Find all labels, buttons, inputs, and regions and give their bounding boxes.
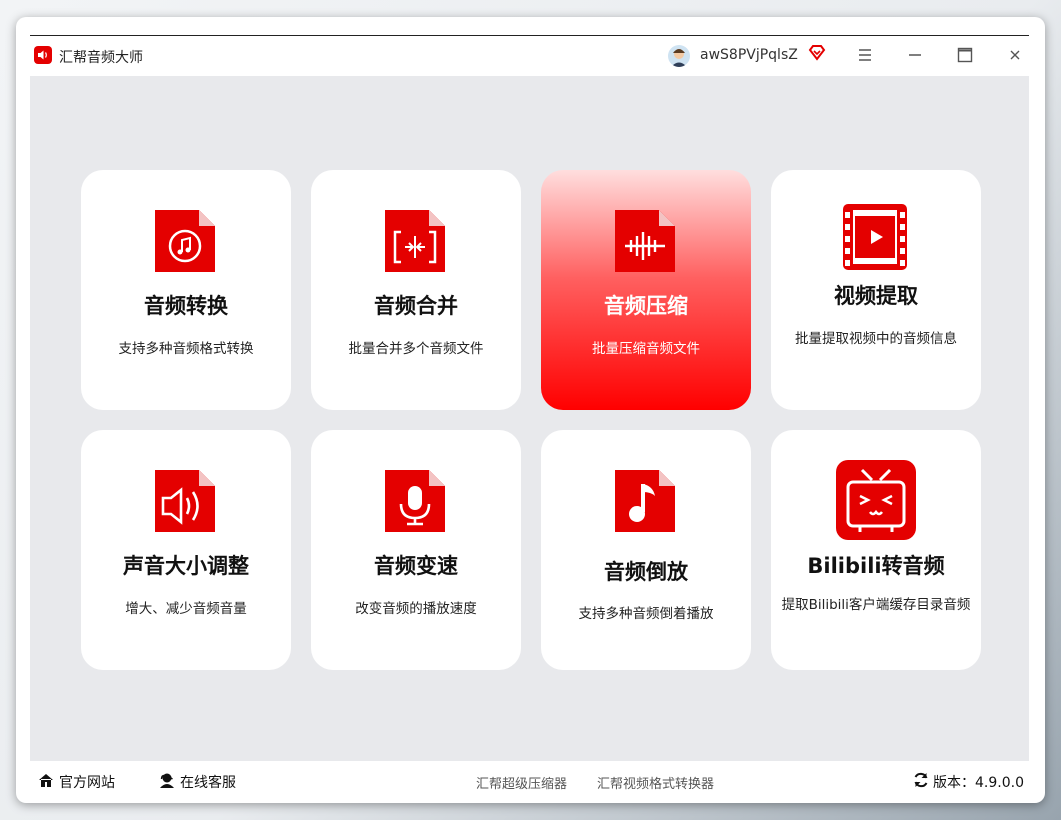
card-title: 音频合并 [374, 294, 458, 318]
card-description: 支持多种音频格式转换 [118, 341, 254, 357]
card-title: 音频压缩 [604, 294, 688, 318]
app-logo-icon [34, 46, 52, 64]
card-description: 支持多种音频倒着播放 [578, 606, 714, 622]
card-title: 视频提取 [834, 284, 918, 308]
card-title: 音频转换 [144, 294, 228, 318]
close-icon[interactable] [1002, 42, 1028, 68]
maximize-icon[interactable] [952, 42, 978, 68]
video-extract-icon [843, 204, 907, 270]
card-description: 改变音频的播放速度 [355, 601, 477, 617]
audio-convert-icon [153, 208, 217, 274]
footer: 官方网站 在线客服 汇帮超级压缩器 汇帮视频格式转换器 版本：4.9.0.0 [30, 761, 1029, 801]
official-website-link[interactable]: 官方网站 [59, 772, 115, 792]
card-description: 批量提取视频中的音频信息 [795, 331, 957, 347]
customer-service-icon[interactable] [158, 771, 176, 789]
avatar[interactable] [668, 45, 690, 67]
music-note-icon [613, 468, 677, 534]
card-title: 音频变速 [374, 554, 458, 578]
version-label: 版本：4.9.0.0 [933, 775, 1024, 791]
card-title: 声音大小调整 [123, 554, 249, 578]
card-title: Bilibili转音频 [807, 554, 945, 578]
card-bilibili[interactable]: Bilibili转音频 提取Bilibili客户端缓存目录音频 [771, 430, 981, 670]
card-description: 增大、减少音频音量 [125, 601, 247, 617]
title-bar: 汇帮音频大师 awS8PVjPqlsZ [16, 36, 1045, 76]
main-content: 音频转换 支持多种音频格式转换 音频合并 批量合并多个音频文件 音频压缩 批量压… [30, 76, 1029, 761]
volume-icon [153, 468, 217, 534]
bilibili-icon [836, 460, 916, 540]
username[interactable]: awS8PVjPqlsZ [700, 47, 798, 63]
audio-merge-icon [383, 208, 447, 274]
card-video-extract[interactable]: 视频提取 批量提取视频中的音频信息 [771, 170, 981, 410]
home-icon[interactable] [37, 771, 55, 789]
audio-compress-icon [613, 208, 677, 274]
menu-icon[interactable] [852, 42, 878, 68]
app-title: 汇帮音频大师 [59, 50, 143, 66]
card-audio-compress[interactable]: 音频压缩 批量压缩音频文件 [541, 170, 751, 410]
minimize-icon[interactable] [902, 42, 928, 68]
vip-diamond-icon[interactable] [807, 43, 827, 63]
online-support-link[interactable]: 在线客服 [180, 772, 236, 792]
refresh-icon[interactable] [912, 771, 930, 789]
microphone-icon [383, 468, 447, 534]
card-audio-reverse[interactable]: 音频倒放 支持多种音频倒着播放 [541, 430, 751, 670]
card-title: 音频倒放 [604, 560, 688, 584]
video-converter-link[interactable]: 汇帮视频格式转换器 [597, 773, 714, 792]
card-audio-speed[interactable]: 音频变速 改变音频的播放速度 [311, 430, 521, 670]
card-description: 批量压缩音频文件 [592, 341, 700, 357]
card-audio-convert[interactable]: 音频转换 支持多种音频格式转换 [81, 170, 291, 410]
card-description: 提取Bilibili客户端缓存目录音频 [781, 597, 971, 613]
app-window: 汇帮音频大师 awS8PVjPqlsZ 音频转换 支持多种音频格式转换 音频合并… [16, 17, 1045, 803]
card-volume-adjust[interactable]: 声音大小调整 增大、减少音频音量 [81, 430, 291, 670]
super-compressor-link[interactable]: 汇帮超级压缩器 [476, 773, 567, 792]
card-description: 批量合并多个音频文件 [348, 341, 484, 357]
card-audio-merge[interactable]: 音频合并 批量合并多个音频文件 [311, 170, 521, 410]
